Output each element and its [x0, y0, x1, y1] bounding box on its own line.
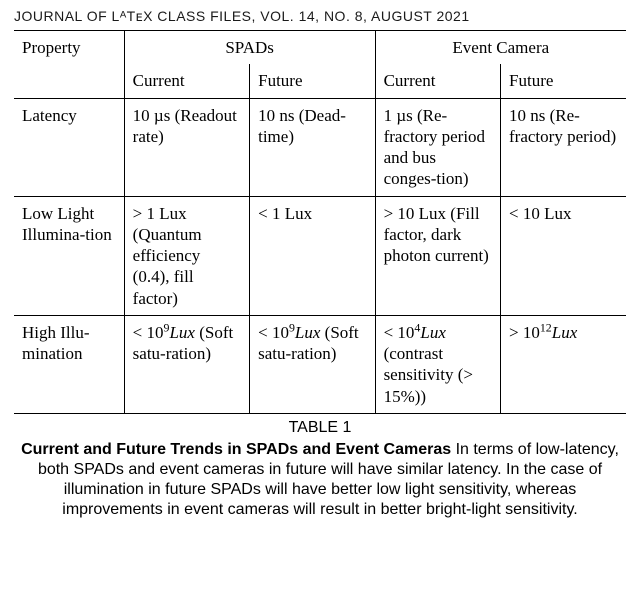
value-prefix: > 10 [509, 323, 540, 342]
value-exponent: 12 [540, 320, 552, 334]
cell-spads-future: < 1 Lux [250, 196, 375, 315]
comparison-table: Property SPADs Event Camera Current Futu… [14, 30, 626, 414]
value-prefix: < 10 [258, 323, 289, 342]
col-event-future: Future [501, 64, 626, 98]
cell-event-future: < 10 Lux [501, 196, 626, 315]
caption-title: Current and Future Trends in SPADs and E… [21, 441, 451, 458]
table-row: Latency 10 µs (Readout rate) 10 ns (Dead… [14, 98, 626, 196]
value-suffix: (contrast sensitivity (> 15%)) [384, 344, 473, 406]
cell-property: Latency [14, 98, 124, 196]
cell-spads-current: > 1 Lux (Quantum efficiency (0.4), fill … [124, 196, 249, 315]
lux-unit: Lux [295, 323, 321, 342]
cell-property: Low Light Illumina-tion [14, 196, 124, 315]
page: JOURNAL OF LᴬTᴇX CLASS FILES, VOL. 14, N… [0, 0, 640, 534]
caption-label: TABLE 1 [14, 418, 626, 438]
cell-property: High Illu-mination [14, 315, 124, 413]
col-spads-future: Future [250, 64, 375, 98]
table-row: Low Light Illumina-tion > 1 Lux (Quantum… [14, 196, 626, 315]
cell-spads-current: 10 µs (Readout rate) [124, 98, 249, 196]
table-header-row-groups: Property SPADs Event Camera [14, 31, 626, 65]
cell-event-current: > 10 Lux (Fill factor, dark photon curre… [375, 196, 500, 315]
col-property-header: Property [14, 31, 124, 99]
value-prefix: < 10 [384, 323, 415, 342]
cell-spads-future: < 109Lux (Soft satu-ration) [250, 315, 375, 413]
cell-event-current: 1 µs (Re-fractory period and bus conges-… [375, 98, 500, 196]
table-caption: TABLE 1 Current and Future Trends in SPA… [14, 418, 626, 520]
cell-event-future: > 1012Lux [501, 315, 626, 413]
value-prefix: < 10 [133, 323, 164, 342]
col-group-event: Event Camera [375, 31, 626, 65]
cell-event-current: < 104Lux (contrast sensitivity (> 15%)) [375, 315, 500, 413]
cell-spads-future: 10 ns (Dead-time) [250, 98, 375, 196]
lux-unit: Lux [552, 323, 578, 342]
col-group-spads: SPADs [124, 31, 375, 65]
cell-event-future: 10 ns (Re-fractory period) [501, 98, 626, 196]
col-spads-current: Current [124, 64, 249, 98]
table-row: High Illu-mination < 109Lux (Soft satu-r… [14, 315, 626, 413]
lux-unit: Lux [169, 323, 195, 342]
journal-header: JOURNAL OF LᴬTᴇX CLASS FILES, VOL. 14, N… [14, 8, 626, 24]
cell-spads-current: < 109Lux (Soft satu-ration) [124, 315, 249, 413]
lux-unit: Lux [420, 323, 446, 342]
col-event-current: Current [375, 64, 500, 98]
